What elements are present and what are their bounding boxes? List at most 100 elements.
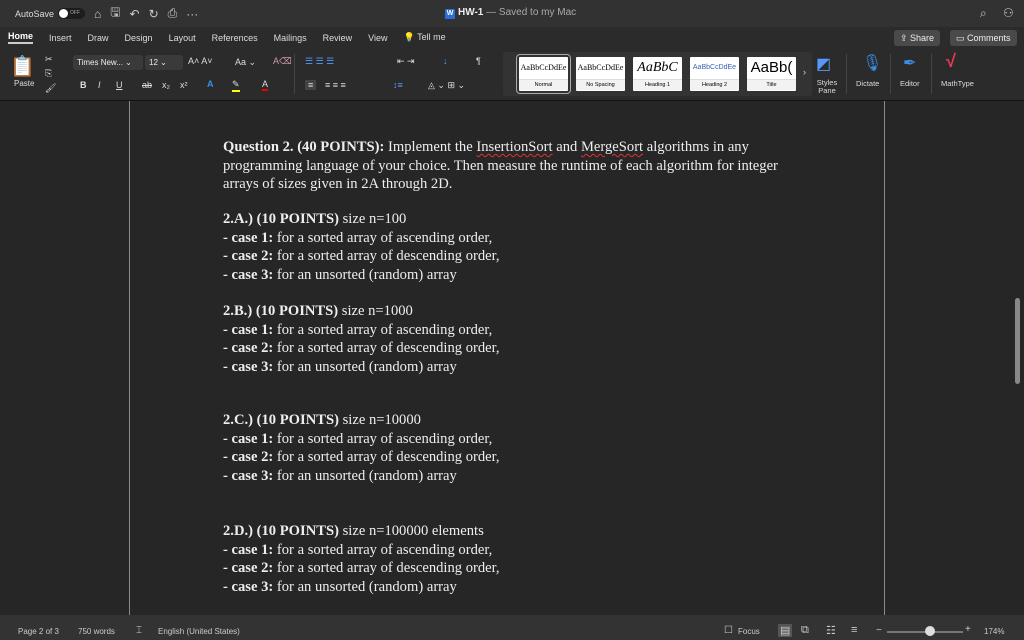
editor-button[interactable]: Editor xyxy=(900,79,920,88)
strikethrough-button[interactable]: ab xyxy=(142,80,152,90)
tab-view[interactable]: View xyxy=(368,33,387,43)
section-label: 2.D.) (10 POINTS) xyxy=(223,523,339,539)
print-layout-icon[interactable]: ▤ xyxy=(778,624,793,637)
page-count[interactable]: Page 2 of 3 xyxy=(18,627,59,636)
zoom-out-icon[interactable]: − xyxy=(876,625,882,636)
tab-mailings[interactable]: Mailings xyxy=(274,33,307,43)
doc-name: HW-1 xyxy=(458,7,484,18)
style-heading-1[interactable]: AaBbC Heading 1 xyxy=(633,57,682,91)
share-people-icon[interactable]: ⚇ xyxy=(1003,6,1014,20)
focus-icon[interactable]: ☐ xyxy=(724,625,733,636)
tab-references[interactable]: References xyxy=(212,33,258,43)
grow-font-icon[interactable]: A˄ A˅ xyxy=(188,56,213,66)
text: algorithms in any xyxy=(643,139,749,155)
tab-review[interactable]: Review xyxy=(323,33,353,43)
tab-layout[interactable]: Layout xyxy=(169,33,196,43)
misspelled-word[interactable]: InsertionSort xyxy=(476,139,552,155)
print-icon[interactable]: ⎙ xyxy=(168,6,178,21)
cut-icon[interactable]: ✂ xyxy=(45,54,53,65)
styles-pane-button[interactable]: Styles Pane xyxy=(815,79,839,95)
section-heading: 2.B.) (10 POINTS) size n=1000 xyxy=(223,302,823,321)
align-buttons[interactable]: ≡ ≡ ≡ xyxy=(325,80,346,90)
divider xyxy=(294,54,295,94)
indent-icon[interactable]: ⇤ ⇥ xyxy=(397,56,415,67)
style-title[interactable]: AaBb(Title xyxy=(747,57,796,91)
superscript-button[interactable]: x² xyxy=(180,80,188,90)
document-body[interactable]: Question 2. (40 POINTS): Implement the I… xyxy=(223,138,823,596)
divider xyxy=(846,54,847,94)
save-icon[interactable]: 🖫 xyxy=(110,3,120,24)
font-color-icon[interactable]: A xyxy=(262,79,269,91)
zoom-level[interactable]: 174% xyxy=(984,627,1004,636)
zoom-in-icon[interactable]: + xyxy=(965,624,971,635)
highlight-icon[interactable]: ✎ xyxy=(232,79,240,92)
tell-me[interactable]: 💡 Tell me xyxy=(404,32,446,43)
style-no-spacing[interactable]: AaBbCcDdEe No Spacing xyxy=(576,57,625,91)
search-icon[interactable]: ⌕ xyxy=(980,6,987,21)
subscript-button[interactable]: x₂ xyxy=(162,80,170,90)
outline-view-icon[interactable]: ☷ xyxy=(826,624,836,637)
word-count[interactable]: 750 words xyxy=(78,627,115,636)
draft-view-icon[interactable]: ≡ xyxy=(851,624,857,636)
microphone-icon[interactable]: 🎙 xyxy=(862,53,882,73)
home-icon[interactable]: ⌂ xyxy=(94,7,101,21)
paste-icon[interactable]: 📋 xyxy=(10,54,35,79)
sort-icon[interactable]: ↓ xyxy=(443,56,448,66)
web-layout-icon[interactable]: ⧉ xyxy=(801,624,809,637)
language[interactable]: English (United States) xyxy=(158,627,240,636)
line-spacing-icon[interactable]: ↕≡ xyxy=(393,80,403,90)
comments-button[interactable]: ▭ Comments xyxy=(950,30,1017,46)
format-painter-icon[interactable]: 🖌 xyxy=(45,83,56,94)
case-text: for a sorted array of descending order, xyxy=(273,248,500,264)
font-name-select[interactable]: Times New... ⌄ xyxy=(73,55,143,70)
case-line: - case 2: for a sorted array of descendi… xyxy=(223,339,823,358)
style-name: No Spacing xyxy=(576,79,625,90)
mathtype-icon[interactable]: √ xyxy=(946,51,956,72)
tab-draw[interactable]: Draw xyxy=(88,33,109,43)
undo-icon[interactable]: ↶ xyxy=(130,7,140,21)
section-heading: 2.D.) (10 POINTS) size n=100000 elements xyxy=(223,522,823,541)
focus-button[interactable]: Focus xyxy=(738,627,760,636)
copy-icon[interactable]: ⎘ xyxy=(45,68,52,79)
change-case-button[interactable]: Aa ⌄ xyxy=(235,57,256,68)
case-label: - case 2: xyxy=(223,340,274,356)
shading-icon[interactable]: ◬ ⌄ ⊞ ⌄ xyxy=(428,80,465,91)
word-icon: W xyxy=(445,9,455,19)
question-heading: Question 2. (40 POINTS): xyxy=(223,139,385,155)
text-effects-icon[interactable]: A xyxy=(207,79,214,89)
proofing-icon[interactable]: ⌶ xyxy=(136,625,142,636)
style-preview: AaBbCcDdEe xyxy=(520,63,567,72)
style-heading-2[interactable]: AaBbCcDdEe Heading 2 xyxy=(690,57,739,91)
redo-icon[interactable]: ↻ xyxy=(149,7,159,21)
align-left-button[interactable]: ≡ xyxy=(305,80,317,90)
misspelled-word[interactable]: MergeSort xyxy=(581,139,643,155)
style-name: Normal xyxy=(519,79,568,90)
style-normal[interactable]: AaBbCcDdEe Normal xyxy=(516,54,571,94)
font-size-select[interactable]: 12 ⌄ xyxy=(145,55,183,70)
vertical-scrollbar[interactable] xyxy=(1015,298,1020,384)
tab-home[interactable]: Home xyxy=(8,31,34,44)
mathtype-button[interactable]: MathType xyxy=(941,79,974,88)
clear-formatting-icon[interactable]: A⌫ xyxy=(273,56,292,67)
pilcrow-icon[interactable]: ¶ xyxy=(476,56,481,66)
autosave-toggle[interactable]: OFF xyxy=(58,8,86,19)
tab-insert[interactable]: Insert xyxy=(49,33,72,43)
change-case-label: Aa xyxy=(235,57,247,67)
zoom-slider-thumb[interactable] xyxy=(925,626,935,636)
styles-pane-icon[interactable]: ◩ xyxy=(816,54,831,74)
styles-more-icon[interactable]: › xyxy=(803,67,806,77)
italic-button[interactable]: I xyxy=(98,80,101,90)
bold-button[interactable]: B xyxy=(80,80,87,90)
ribbon: 📋 Paste ✂ ⎘ 🖌 Times New... ⌄ 12 ⌄ A˄ A˅ … xyxy=(0,48,1024,101)
tab-design[interactable]: Design xyxy=(125,33,153,43)
share-button[interactable]: ⇪ Share xyxy=(894,30,941,46)
case-text: for a sorted array of descending order, xyxy=(273,560,500,576)
ribbon-tabs: Home Insert Draw Design Layout Reference… xyxy=(0,27,1024,48)
editor-icon[interactable]: ✒ xyxy=(903,53,916,73)
underline-button[interactable]: U xyxy=(116,80,123,90)
paste-label[interactable]: Paste xyxy=(14,79,34,88)
dictate-button[interactable]: Dictate xyxy=(856,79,879,88)
more-icon[interactable]: ··· xyxy=(186,7,198,21)
bullets-icon[interactable]: ☰ ☰ ☰ xyxy=(305,56,334,67)
styles-gallery: AaBbCcDdEe Normal AaBbCcDdEe No Spacing Aa… xyxy=(503,52,812,96)
